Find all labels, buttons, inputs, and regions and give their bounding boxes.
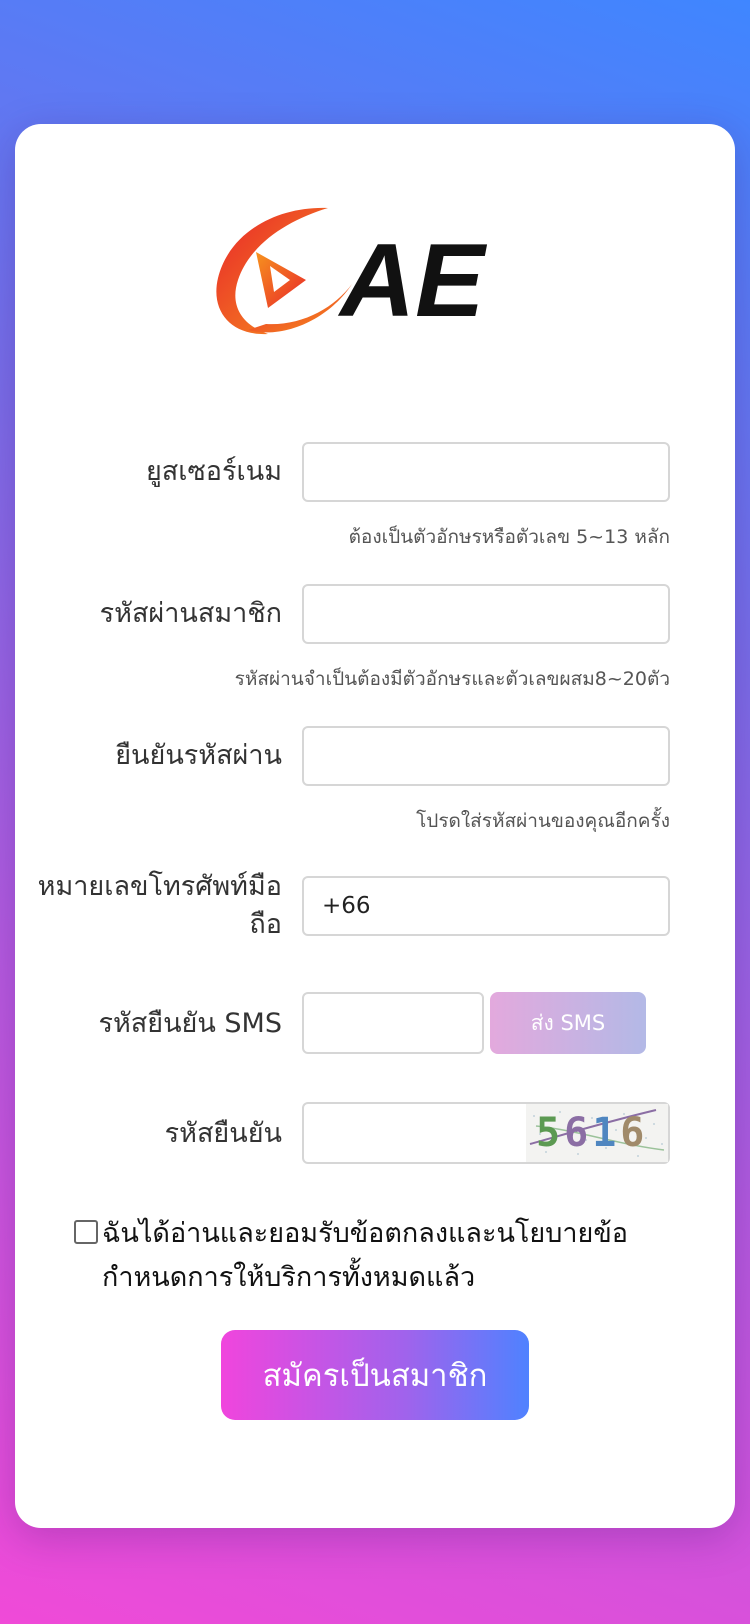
captcha-label: รหัสยืนยัน xyxy=(164,1118,282,1149)
captcha-digits: 5616 xyxy=(536,1110,649,1156)
username-hint: ต้องเป็นตัวอักษรหรือตัวเลข 5~13 หลัก xyxy=(348,526,670,548)
username-label: ยูสเซอร์เนม xyxy=(145,456,282,487)
phone-input[interactable]: +66 xyxy=(302,876,670,936)
logo-wordmark: AE xyxy=(337,223,487,339)
password-label: รหัสผ่านสมาชิก xyxy=(99,598,282,629)
password-input[interactable] xyxy=(302,584,670,644)
captcha-image[interactable]: 5616 xyxy=(526,1104,668,1162)
agree-checkbox[interactable] xyxy=(74,1220,98,1244)
send-sms-button[interactable]: ส่ง SMS xyxy=(490,992,646,1054)
phone-label: หมายเลขโทรศัพท์มือถือ xyxy=(37,871,282,940)
confirm-password-label: ยืนยันรหัสผ่าน xyxy=(115,740,282,771)
sms-code-label: รหัสยืนยัน SMS xyxy=(98,1008,283,1039)
password-hint: รหัสผ่านจำเป็นต้องมีตัวอักษรและตัวเลขผสม… xyxy=(234,668,670,690)
username-input[interactable] xyxy=(302,442,670,502)
confirm-password-input[interactable] xyxy=(302,726,670,786)
confirm-password-hint: โปรดใส่รหัสผ่านของคุณอีกครั้ง xyxy=(416,810,670,832)
sms-code-input[interactable] xyxy=(302,992,484,1054)
register-button[interactable]: สมัครเป็นสมาชิก xyxy=(221,1330,529,1420)
ae-logo: AE xyxy=(210,200,530,350)
agree-label: ฉันได้อ่านและยอมรับข้อตกลงและนโยบายข้อกำ… xyxy=(102,1218,629,1293)
